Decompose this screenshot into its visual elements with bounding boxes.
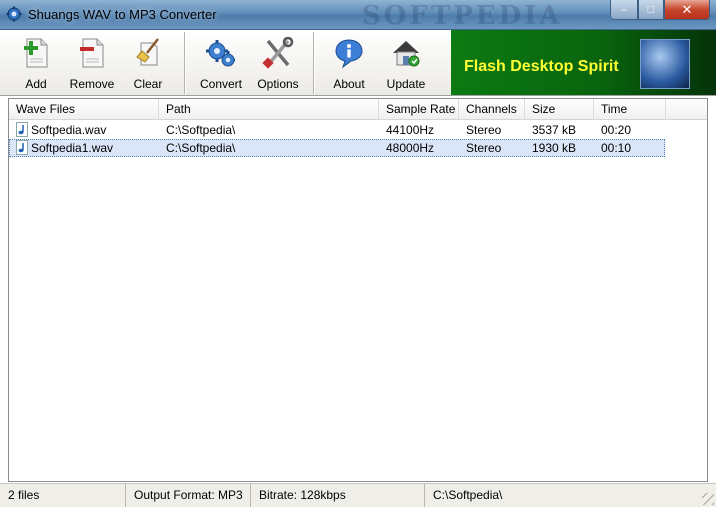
column-header-channels[interactable]: Channels	[459, 99, 525, 120]
resize-grip[interactable]	[702, 493, 714, 505]
column-header-size[interactable]: Size	[525, 99, 594, 120]
add-button[interactable]: Add	[19, 36, 53, 92]
window-controls: – □ ✕	[610, 0, 710, 20]
status-bitrate: Bitrate: 128kbps	[251, 484, 425, 507]
remove-label: Remove	[69, 77, 115, 91]
add-file-icon	[19, 36, 53, 70]
cell-time: 00:20	[601, 123, 632, 137]
title-bar[interactable]: Shuangs WAV to MP3 Converter SOFTPEDIA –…	[0, 0, 716, 31]
cell-channels: Stereo	[466, 123, 502, 137]
cell-time: 00:10	[601, 141, 632, 155]
column-header-path[interactable]: Path	[159, 99, 379, 120]
status-bar: 2 files Output Format: MP3 Bitrate: 128k…	[0, 483, 716, 507]
column-header-sample-rate[interactable]: Sample Rate	[379, 99, 459, 120]
music-note-icon	[16, 122, 28, 137]
cell-size: 3537 kB	[532, 123, 577, 137]
maximize-button[interactable]: □	[638, 0, 664, 20]
cell-file: Softpedia.wav	[31, 123, 107, 137]
column-header-time[interactable]: Time	[594, 99, 666, 120]
window-title: Shuangs WAV to MP3 Converter	[28, 7, 217, 22]
minimize-button[interactable]: –	[610, 0, 638, 20]
banner-text: Flash Desktop Spirit	[464, 58, 619, 75]
status-file-count: 2 files	[0, 484, 126, 507]
cell-path: C:\Softpedia\	[166, 123, 236, 137]
app-gear-icon	[6, 6, 22, 22]
tools-icon	[261, 36, 295, 70]
ad-banner[interactable]: Flash Desktop Spirit	[451, 30, 716, 95]
wave-files-list[interactable]: Wave Files Path Sample Rate Channels Siz…	[8, 98, 708, 482]
options-button[interactable]: Options	[257, 36, 299, 92]
cell-channels: Stereo	[466, 141, 502, 155]
status-output-path: C:\Softpedia\	[433, 488, 503, 502]
banner-clock-icon	[640, 39, 690, 89]
remove-file-icon	[75, 36, 109, 70]
cell-sample-rate: 44100Hz	[386, 123, 435, 137]
column-header-wave-files[interactable]: Wave Files	[9, 99, 159, 120]
about-label: About	[333, 77, 365, 91]
watermark-text: SOFTPEDIA	[362, 1, 563, 31]
cell-path: C:\Softpedia\	[166, 141, 236, 155]
clear-label: Clear	[133, 77, 163, 91]
add-label: Add	[25, 77, 47, 91]
convert-label: Convert	[199, 77, 243, 91]
toolbar-separator	[313, 32, 315, 94]
home-icon	[389, 36, 423, 70]
cell-size: 1930 kB	[532, 141, 577, 155]
status-output-format: Output Format: MP3	[126, 484, 251, 507]
gears-icon	[204, 36, 238, 70]
info-icon	[332, 36, 366, 70]
options-label: Options	[257, 77, 299, 91]
list-header: Wave Files Path Sample Rate Channels Siz…	[9, 99, 707, 120]
close-button[interactable]: ✕	[664, 0, 710, 20]
cell-file: Softpedia1.wav	[31, 141, 114, 155]
table-row[interactable]: Softpedia.wav C:\Softpedia\ 44100Hz Ster…	[9, 121, 665, 139]
convert-button[interactable]: Convert	[199, 36, 243, 92]
cell-sample-rate: 48000Hz	[386, 141, 435, 155]
remove-button[interactable]: Remove	[69, 36, 115, 92]
clear-broom-icon	[131, 36, 165, 70]
clear-button[interactable]: Clear	[131, 36, 165, 92]
update-label: Update	[386, 77, 426, 91]
music-note-icon	[16, 140, 28, 155]
update-button[interactable]: Update	[387, 36, 425, 92]
about-button[interactable]: About	[332, 36, 366, 92]
table-row[interactable]: Softpedia1.wav C:\Softpedia\ 48000Hz Ste…	[9, 139, 665, 157]
toolbar-separator	[184, 32, 186, 94]
